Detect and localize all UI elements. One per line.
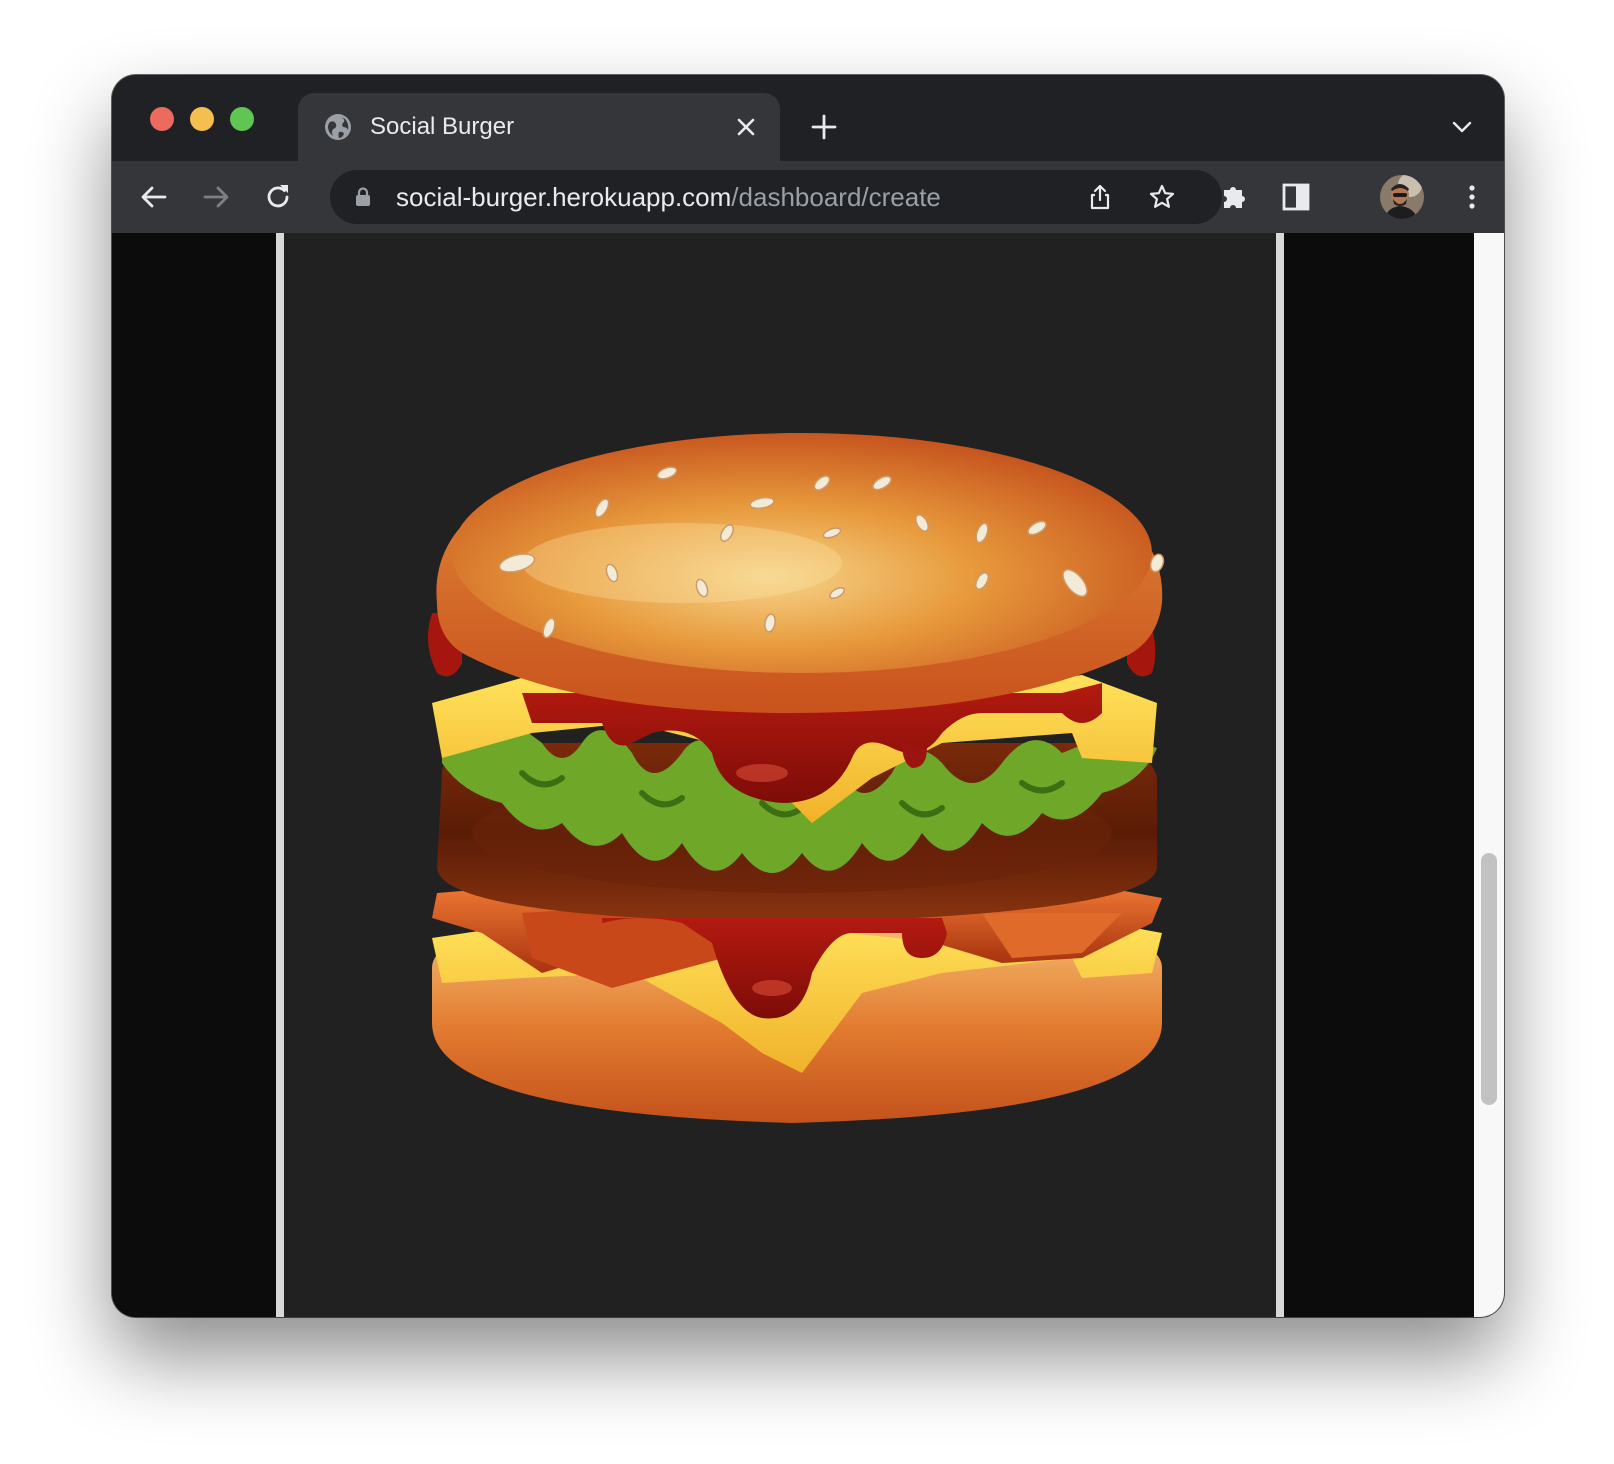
tab-title: Social Burger [370, 113, 515, 140]
close-icon[interactable] [734, 115, 758, 139]
scrollbar-thumb[interactable] [1481, 853, 1497, 1105]
tab-strip: Social Burger [112, 75, 1504, 161]
share-icon[interactable] [1086, 183, 1114, 211]
reload-icon[interactable] [262, 181, 294, 213]
tab-social-burger[interactable]: Social Burger [298, 93, 780, 161]
kebab-menu-icon[interactable] [1456, 181, 1488, 213]
url-path: /dashboard/create [731, 182, 941, 212]
star-icon[interactable] [1148, 183, 1176, 211]
maximize-window-button[interactable] [230, 107, 254, 131]
arrow-left-icon[interactable] [138, 181, 170, 213]
puzzle-icon[interactable] [1218, 181, 1250, 213]
url-text[interactable]: social-burger.herokuapp.com/dashboard/cr… [396, 182, 941, 212]
plus-icon[interactable] [808, 111, 840, 143]
browser-toolbar: social-burger.herokuapp.com/dashboard/cr… [112, 161, 1504, 233]
vertical-scrollbar[interactable] [1474, 233, 1504, 1317]
page-content [112, 233, 1504, 1317]
chevron-down-icon[interactable] [1450, 115, 1474, 139]
close-window-button[interactable] [150, 107, 174, 131]
browser-window: Social Burger social-burger.herokuapp.co… [112, 75, 1504, 1317]
arrow-right-icon[interactable] [200, 181, 232, 213]
side-panel-icon[interactable] [1280, 181, 1312, 213]
avatar-image [1380, 175, 1424, 219]
url-host: social-burger.herokuapp.com [396, 182, 732, 212]
address-bar[interactable]: social-burger.herokuapp.com/dashboard/cr… [330, 170, 1222, 224]
burger-illustration [428, 433, 1165, 1123]
lock-icon[interactable] [352, 186, 374, 208]
minimize-window-button[interactable] [190, 107, 214, 131]
globe-icon [325, 114, 351, 140]
profile-avatar[interactable] [1380, 175, 1424, 219]
